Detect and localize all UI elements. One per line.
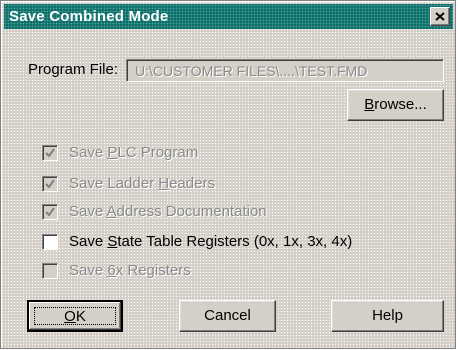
browse-button[interactable]: Browse... [347, 89, 444, 121]
cancel-button[interactable]: Cancel [179, 300, 276, 332]
help-button[interactable]: Help [331, 300, 444, 332]
checkbox-save-plc-program[interactable] [42, 145, 58, 161]
checkbox-save-ladder-headers[interactable] [42, 176, 58, 192]
option-label: Save PLC Program [69, 144, 199, 161]
program-file-label: Program File: [28, 61, 119, 78]
close-icon [435, 12, 445, 21]
dialog-title: Save Combined Mode [9, 8, 169, 25]
checkmark-icon [45, 148, 55, 158]
checkmark-icon [45, 179, 55, 189]
title-bar[interactable]: Save Combined Mode [4, 4, 453, 29]
option-label: Save 6x Registers [69, 262, 191, 279]
checkbox-save-address-documentation[interactable] [42, 204, 58, 220]
option-label: Save State Table Registers (0x, 1x, 3x, … [69, 233, 353, 250]
checkbox-save-state-table-registers[interactable] [42, 234, 58, 250]
program-file-field [126, 59, 444, 82]
option-label: Save Address Documentation [69, 203, 267, 220]
ok-button[interactable]: OK [27, 300, 123, 332]
checkmark-icon [45, 207, 55, 217]
option-label: Save Ladder Headers [69, 175, 215, 192]
save-combined-mode-dialog: Save Combined Mode Program File: Browse.… [0, 0, 456, 349]
checkbox-save-6x-registers[interactable] [42, 263, 58, 279]
close-button[interactable] [430, 7, 450, 26]
